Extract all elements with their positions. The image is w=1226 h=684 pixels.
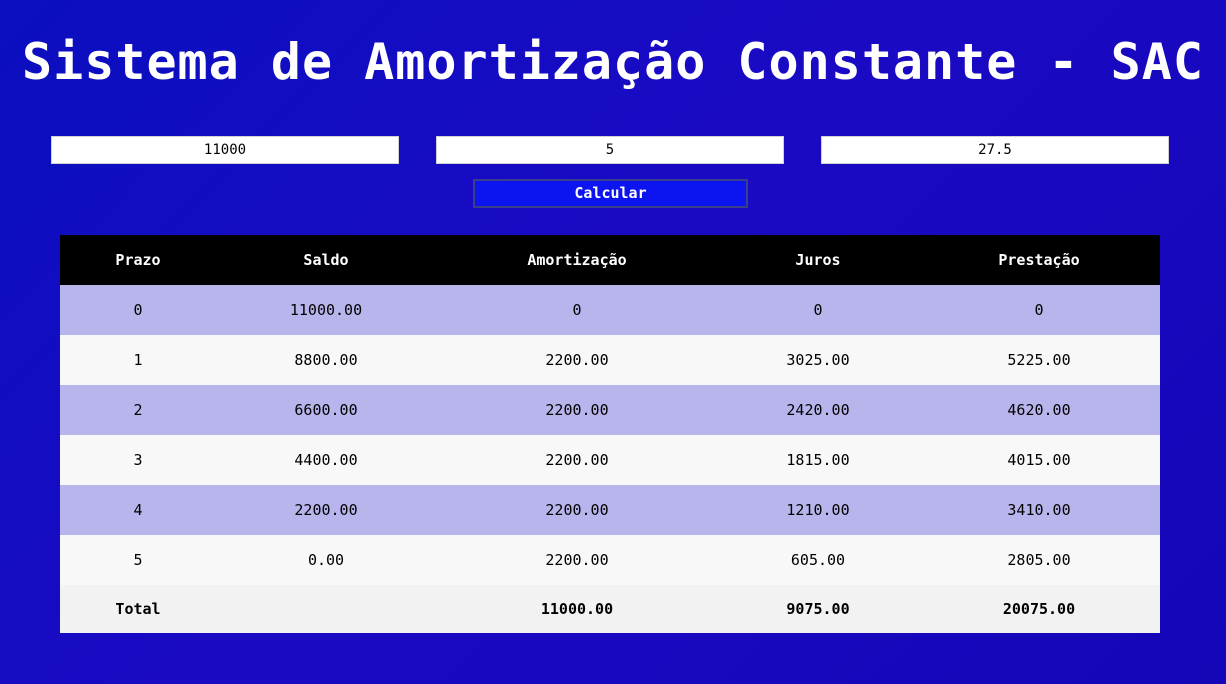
cell-prestacao: 3410.00: [918, 485, 1160, 535]
cell-prazo: 5: [60, 535, 216, 585]
cell-amortizacao: 2200.00: [436, 485, 718, 535]
table-row: 4 2200.00 2200.00 1210.00 3410.00: [60, 485, 1160, 535]
total-row: Total 11000.00 9075.00 20075.00: [60, 585, 1160, 633]
page-title: Sistema de Amortização Constante - SAC: [22, 33, 1204, 91]
cell-prazo: 4: [60, 485, 216, 535]
table-row: 2 6600.00 2200.00 2420.00 4620.00: [60, 385, 1160, 435]
cell-prazo: 0: [60, 285, 216, 335]
column-header-amortizacao: Amortização: [436, 235, 718, 285]
cell-prazo: 2: [60, 385, 216, 435]
total-label: Total: [60, 585, 216, 633]
cell-amortizacao: 2200.00: [436, 535, 718, 585]
cell-juros: 1210.00: [718, 485, 918, 535]
cell-juros: 3025.00: [718, 335, 918, 385]
cell-amortizacao: 2200.00: [436, 385, 718, 435]
table-row: 3 4400.00 2200.00 1815.00 4015.00: [60, 435, 1160, 485]
cell-juros: 1815.00: [718, 435, 918, 485]
inputs-row: [51, 136, 1169, 164]
cell-saldo: 2200.00: [216, 485, 436, 535]
table-row: 0 11000.00 0 0 0: [60, 285, 1160, 335]
cell-prazo: 1: [60, 335, 216, 385]
cell-prestacao: 5225.00: [918, 335, 1160, 385]
total-amortizacao: 11000.00: [436, 585, 718, 633]
table-row: 5 0.00 2200.00 605.00 2805.00: [60, 535, 1160, 585]
amortization-table: Prazo Saldo Amortização Juros Prestação …: [60, 235, 1160, 633]
cell-juros: 0: [718, 285, 918, 335]
cell-amortizacao: 0: [436, 285, 718, 335]
cell-saldo: 0.00: [216, 535, 436, 585]
cell-prestacao: 4620.00: [918, 385, 1160, 435]
term-input[interactable]: [436, 136, 784, 164]
cell-amortizacao: 2200.00: [436, 335, 718, 385]
cell-saldo: 8800.00: [216, 335, 436, 385]
column-header-saldo: Saldo: [216, 235, 436, 285]
total-juros: 9075.00: [718, 585, 918, 633]
cell-amortizacao: 2200.00: [436, 435, 718, 485]
total-saldo: [216, 585, 436, 633]
cell-prestacao: 4015.00: [918, 435, 1160, 485]
cell-prestacao: 2805.00: [918, 535, 1160, 585]
cell-prestacao: 0: [918, 285, 1160, 335]
calculate-button[interactable]: Calcular: [473, 179, 748, 208]
table-header-row: Prazo Saldo Amortização Juros Prestação: [60, 235, 1160, 285]
cell-saldo: 4400.00: [216, 435, 436, 485]
rate-input[interactable]: [821, 136, 1169, 164]
cell-juros: 605.00: [718, 535, 918, 585]
amortization-table-container: Prazo Saldo Amortização Juros Prestação …: [60, 235, 1160, 633]
cell-saldo: 11000.00: [216, 285, 436, 335]
cell-prazo: 3: [60, 435, 216, 485]
column-header-juros: Juros: [718, 235, 918, 285]
total-prestacao: 20075.00: [918, 585, 1160, 633]
cell-juros: 2420.00: [718, 385, 918, 435]
column-header-prazo: Prazo: [60, 235, 216, 285]
cell-saldo: 6600.00: [216, 385, 436, 435]
table-row: 1 8800.00 2200.00 3025.00 5225.00: [60, 335, 1160, 385]
principal-input[interactable]: [51, 136, 399, 164]
column-header-prestacao: Prestação: [918, 235, 1160, 285]
